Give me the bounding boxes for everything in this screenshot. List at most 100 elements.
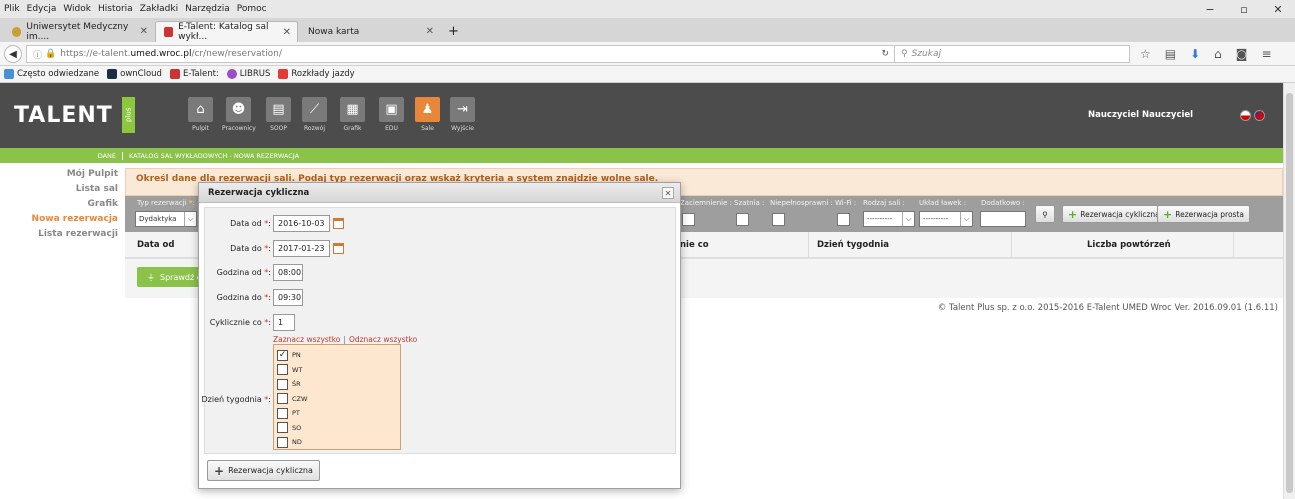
hamburger-menu-icon[interactable]: ≡ [1261, 47, 1271, 61]
sidebar-item-nowa-rezerwacja[interactable]: Nowa rezerwacja [0, 214, 118, 224]
rodzaj-sali-select[interactable]: ---------- ⌵ [863, 211, 915, 227]
bookmark-owncloud[interactable]: ownCloud [107, 69, 162, 79]
nav-rozwoj[interactable]: ⟋ Rozwój [298, 97, 331, 132]
bookmark-czesto[interactable]: Często odwiedzane [4, 69, 99, 79]
niepelnosprawni-checkbox[interactable] [772, 213, 785, 226]
window-controls: − ▫ ✕ [1193, 0, 1295, 18]
url-host: umed.wroc.pl [130, 49, 192, 59]
cyklicznie-co-input[interactable]: 1 [273, 314, 295, 331]
sidebar-item-lista-sal[interactable]: Lista sal [0, 184, 118, 194]
menu-zakladki[interactable]: Zakładki [140, 4, 178, 14]
bookmark-librus[interactable]: LIBRUS [226, 69, 270, 79]
polish-flag-icon[interactable] [1240, 110, 1251, 121]
english-flag-icon[interactable] [1254, 110, 1265, 121]
close-window-icon[interactable]: ✕ [1261, 0, 1295, 18]
close-tab-icon[interactable]: ✕ [283, 27, 291, 38]
nav-pulpit[interactable]: ⌂ Pulpit [184, 97, 217, 132]
weekday-checkbox-checked[interactable]: ✓ [277, 349, 288, 361]
menu-edycja[interactable]: Edycja [27, 4, 57, 14]
nav-sale[interactable]: ♟ Sale [411, 97, 444, 132]
weekday-checkbox[interactable] [277, 364, 288, 376]
menu-historia[interactable]: Historia [98, 4, 133, 14]
menu-plik[interactable]: Plik [4, 4, 20, 14]
sidebar-item-grafik[interactable]: Grafik [0, 199, 118, 209]
button-label: Rezerwacja prosta [1175, 209, 1244, 219]
nav-label: SOOP [270, 125, 287, 132]
menu-narzedzia[interactable]: Narzędzia [185, 4, 230, 14]
talent-logo[interactable]: TALENT [14, 103, 113, 128]
home-icon[interactable]: ⌂ [1214, 47, 1222, 61]
deselect-all-link[interactable]: Odznacz wszystko [349, 335, 417, 344]
rezerwacja-prosta-button[interactable]: + Rezerwacja prosta [1157, 205, 1250, 223]
wifi-checkbox[interactable] [837, 213, 850, 226]
search-input[interactable]: ⚲ Szukaj [894, 45, 1130, 63]
page-scrollbar[interactable] [1283, 83, 1295, 499]
close-tab-icon[interactable]: ✕ [140, 26, 148, 37]
nav-edu[interactable]: ▣ EDU [375, 97, 408, 132]
bookmark-etalent[interactable]: E-Talent: [169, 69, 219, 79]
uklad-lawek-select[interactable]: ---------- ⌵ [919, 211, 973, 227]
calendar-icon[interactable] [333, 218, 344, 229]
dodatkowo-input[interactable] [980, 211, 1026, 227]
bookmark-star-icon[interactable]: ☆ [1140, 47, 1151, 61]
calendar-icon[interactable] [333, 243, 344, 254]
weekday-sr[interactable]: ŚR [277, 377, 400, 392]
scrollbar-thumb[interactable] [1286, 93, 1293, 493]
reload-icon[interactable]: ↻ [881, 49, 889, 59]
nav-soop[interactable]: ▤ SOOP [262, 97, 295, 132]
rezerwacja-cykliczna-button[interactable]: + Rezerwacja cykliczna [1062, 205, 1166, 223]
godzina-od-input[interactable]: 08:00 [273, 264, 303, 281]
pocket-icon[interactable]: ◙ [1236, 47, 1248, 61]
sidebar-item-moj-pulpit[interactable]: Mój Pulpit [0, 169, 118, 179]
column-divider [1233, 232, 1234, 258]
zaciemnienie-checkbox[interactable] [682, 213, 695, 226]
szatnia-checkbox[interactable] [736, 213, 749, 226]
weekday-pt[interactable]: PT [277, 406, 400, 421]
tab-uniwersytet[interactable]: Uniwersytet Medyczny im.... ✕ [4, 21, 154, 42]
weekday-nd[interactable]: ND [277, 435, 400, 450]
weekday-wt[interactable]: WT [277, 363, 400, 378]
weekday-so[interactable]: SO [277, 421, 400, 436]
data-od-input[interactable]: 2016-10-03 [273, 215, 330, 232]
nav-label: Sale [421, 125, 434, 132]
submit-recurring-reservation-button[interactable]: + Rezerwacja cykliczna [207, 460, 320, 481]
back-arrow-icon[interactable]: ◀ [4, 45, 22, 63]
user-name[interactable]: Nauczyciel Nauczyciel [1088, 110, 1193, 120]
tab-nowa-karta[interactable]: Nowa karta ✕ [300, 21, 440, 42]
breadcrumb-dane[interactable]: DANE [0, 151, 123, 160]
close-tab-icon[interactable]: ✕ [426, 26, 434, 37]
nav-wyjscie[interactable]: ⇥ Wyjście [446, 97, 479, 132]
sidebar-item-lista-rezerwacji[interactable]: Lista rezerwacji [0, 229, 118, 239]
weekday-czw[interactable]: CZW [277, 392, 400, 407]
new-tab-icon[interactable]: + [440, 21, 460, 42]
szatnia-label: Szatnia : [734, 199, 765, 207]
weekday-checkbox[interactable] [277, 422, 288, 434]
menu-pomoc[interactable]: Pomoc [237, 4, 267, 14]
url-bar[interactable]: ⓘ 🔒 https://e-talent. umed.wroc.pl/cr/new… [26, 45, 896, 63]
weekday-checkbox[interactable] [277, 436, 288, 448]
weekday-checkbox[interactable] [277, 407, 288, 419]
info-icon[interactable]: ⓘ [33, 48, 42, 61]
recurring-reservation-dialog: Rezerwacja cykliczna ✕ Data od *: 2016-1… [198, 182, 681, 489]
tab-etalent[interactable]: E-Talent: Katalog sal wykł... ✕ [155, 21, 298, 42]
maximize-icon[interactable]: ▫ [1227, 0, 1261, 18]
weekday-pn[interactable]: ✓ PN [277, 348, 400, 363]
godzina-do-input[interactable]: 09:30 [273, 289, 303, 306]
nav-grafik[interactable]: ▦ Grafik [336, 97, 369, 132]
weekday-checkbox[interactable] [277, 378, 288, 390]
minimize-icon[interactable]: − [1193, 0, 1227, 18]
reading-list-icon[interactable]: ▤ [1165, 47, 1176, 61]
close-icon[interactable]: ✕ [662, 187, 674, 199]
edu-icon: ▣ [379, 97, 404, 122]
nav-pracownicy[interactable]: ☻ Pracownicy [222, 97, 256, 132]
search-rooms-button[interactable]: ⚲ [1035, 205, 1055, 223]
select-all-link[interactable]: Zaznacz wszystko [273, 335, 340, 344]
menu-widok[interactable]: Widok [63, 4, 91, 14]
typ-rezerwacji-select[interactable]: Dydaktyka ⌵ [135, 211, 197, 227]
data-do-input[interactable]: 2017-01-23 [273, 240, 330, 257]
bookmark-rozklady[interactable]: Rozkłady jazdy [278, 69, 355, 79]
nav-label: Rozwój [304, 125, 325, 132]
col-data-od: Data od [137, 240, 175, 250]
weekday-checkbox[interactable] [277, 393, 288, 405]
download-icon[interactable]: ⬇ [1190, 47, 1200, 61]
